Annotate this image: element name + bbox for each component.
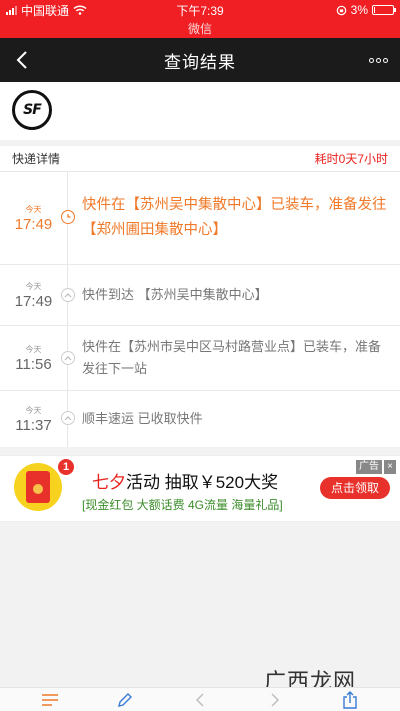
back-button[interactable] [0, 38, 44, 82]
nav-back-button[interactable] [180, 689, 220, 711]
timeline-time: 今天 17:49 [0, 265, 68, 325]
sf-express-logo: SF [12, 90, 52, 130]
red-envelope-icon [14, 463, 62, 511]
signal-icon [6, 5, 17, 15]
more-dot [382, 57, 388, 63]
courier-header: SF [0, 82, 400, 140]
timeline-day: 今天 [25, 405, 42, 415]
battery-icon [372, 5, 396, 15]
chevron-up-icon [61, 288, 75, 302]
nav-bar: 查询结果 [0, 38, 400, 82]
more-button[interactable] [356, 38, 400, 82]
timeline-clock: 11:37 [15, 416, 52, 434]
ad-close-button[interactable]: × [384, 460, 396, 474]
bottom-toolbar [0, 687, 400, 711]
status-left: 中国联通 [6, 2, 136, 19]
timeline-row: 今天 11:37 顺丰速运 已收取快件 [0, 391, 400, 447]
timeline-text: 快件到达 【苏州吴中集散中心】 [82, 287, 268, 302]
chevron-left-icon [16, 51, 27, 69]
timeline-time: 今天 11:56 [0, 326, 68, 390]
nav-forward-button[interactable] [255, 689, 295, 711]
more-dot [375, 57, 381, 63]
tracking-timeline: 今天 17:49 快件在【苏州吴中集散中心】已装车，准备发往 【郑州圃田集散中心… [0, 172, 400, 447]
timeline-row: 今天 17:49 快件到达 【苏州吴中集散中心】 [0, 265, 400, 326]
detail-header: 快递详情 耗时0天7小时 [0, 146, 400, 172]
timeline-text: 顺丰速运 已收取快件 [82, 411, 203, 426]
timeline-clock: 17:49 [14, 215, 53, 233]
wifi-icon [73, 5, 87, 15]
ad-cta-button[interactable]: 点击领取 [320, 477, 390, 499]
page-title: 查询结果 [164, 52, 236, 72]
ad-tag: 广告 [356, 460, 382, 474]
chevron-up-icon [61, 351, 75, 365]
list-button[interactable] [30, 689, 70, 711]
timeline-clock: 17:49 [14, 292, 53, 310]
list-icon [41, 693, 58, 706]
pencil-icon [117, 692, 132, 707]
ad-banner[interactable]: 1 七夕活动 抽取￥520大奖 [现金红包 大额话费 4G流量 海量礼品] 广告… [0, 455, 400, 522]
timeline-day: 今天 [25, 204, 42, 214]
wechat-return-bar[interactable]: 微信 [0, 20, 400, 38]
more-dot [368, 57, 374, 63]
timeline-text: 快件在【苏州市吴中区马村路营业点】已装车，准备发往下一站 [82, 339, 382, 376]
share-button[interactable] [330, 689, 370, 711]
ad-headline-rest: 活动 抽取￥520大奖 [126, 473, 279, 492]
timeline-row: 今天 11:56 快件在【苏州市吴中区马村路营业点】已装车，准备发往下一站 [0, 326, 400, 391]
timeline-day: 今天 [25, 281, 42, 291]
chevron-up-icon [61, 411, 75, 425]
clock-icon [61, 210, 75, 224]
logo-text: SF [23, 102, 42, 118]
ad-headline: 七夕活动 抽取￥520大奖 [92, 468, 278, 493]
ad-headline-highlight: 七夕 [92, 473, 126, 492]
ad-subline: [现金红包 大额话费 4G流量 海量礼品] [82, 498, 283, 512]
ad-badge: 1 [58, 459, 74, 475]
duration-label: 耗时0天7小时 [314, 152, 388, 166]
battery-percent: 3% [350, 3, 368, 17]
orientation-lock-icon [336, 5, 346, 15]
status-bar: 中国联通 下午7:39 3% [0, 0, 400, 20]
status-right: 3% [264, 3, 396, 17]
detail-label: 快递详情 [12, 152, 61, 166]
timeline-day: 今天 [25, 344, 42, 354]
timeline-row: 今天 17:49 快件在【苏州吴中集散中心】已装车，准备发往 【郑州圃田集散中心… [0, 172, 400, 265]
status-time: 下午7:39 [176, 3, 224, 18]
timeline-text: 快件在【苏州吴中集散中心】已装车，准备发往 【郑州圃田集散中心】 [82, 197, 387, 238]
timeline-time: 今天 17:49 [0, 172, 68, 264]
timeline-clock: 11:56 [15, 355, 52, 373]
timeline-time: 今天 11:37 [0, 391, 68, 447]
edit-button[interactable] [105, 689, 145, 711]
share-icon [343, 690, 358, 709]
forward-arrow-icon [271, 693, 280, 706]
back-arrow-icon [195, 693, 204, 706]
carrier-label: 中国联通 [21, 3, 70, 18]
